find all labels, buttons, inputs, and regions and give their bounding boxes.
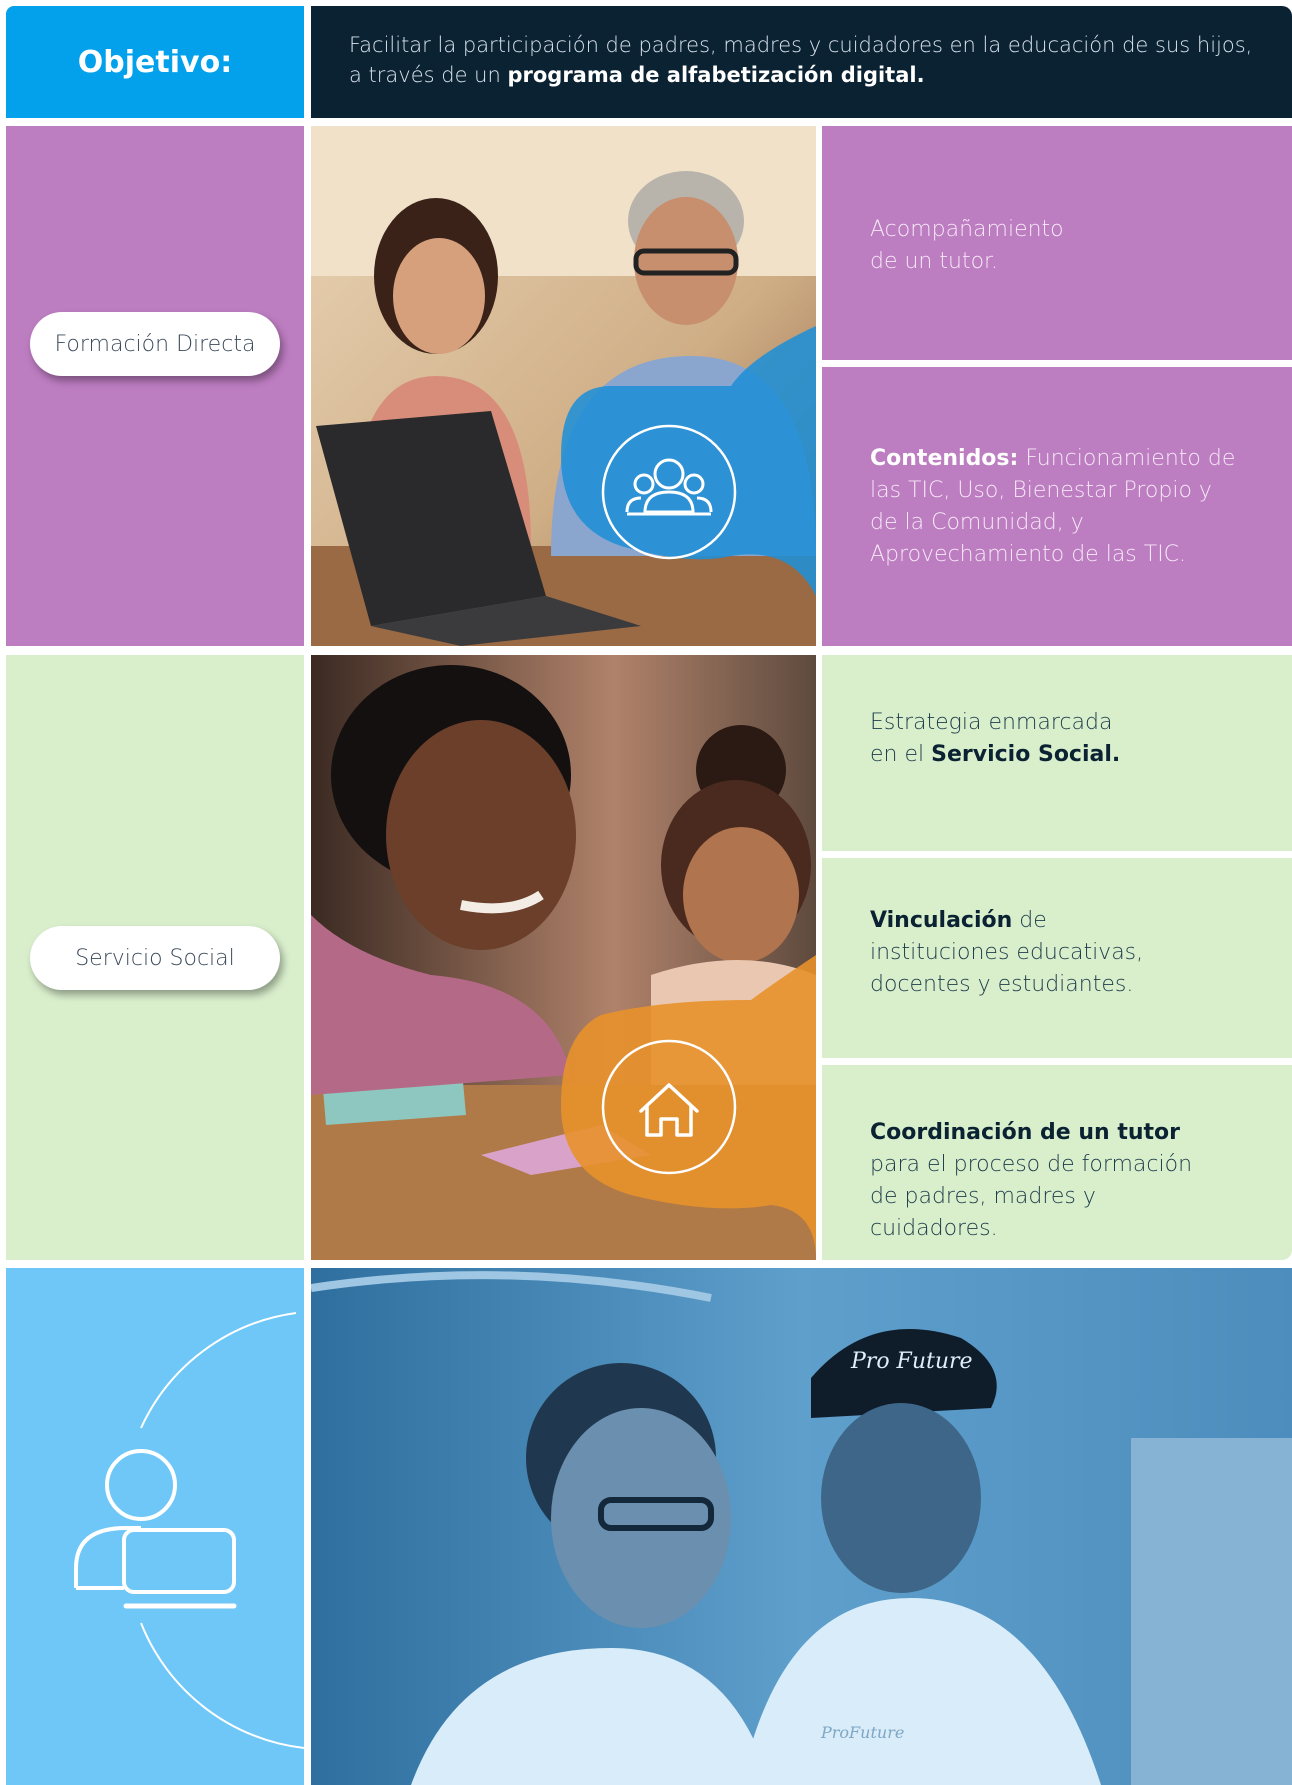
objective-label: Objetivo: [77,44,233,80]
family-laptop-photo [311,126,816,646]
coordination-text: para el proceso de formación de padres, … [870,1152,1193,1241]
objective-label-cell: Objetivo: [6,6,304,118]
servicio-social-label: Servicio Social [75,945,235,971]
formacion-directa-label: Formación Directa [54,331,256,357]
formacion-directa-side: Formación Directa [6,126,304,646]
linkage-card: Vinculación de instituciones educativas,… [822,858,1292,1058]
formacion-directa-pill[interactable]: Formación Directa [30,312,280,376]
tutor-support-text: Acompañamiento de un tutor. [870,217,1064,274]
objective-description: Facilitar la participación de padres, ma… [311,6,1292,118]
tutor-side [6,1268,304,1785]
shirt-logo: ProFuture [820,1723,904,1742]
linkage-title: Vinculación [870,908,1013,933]
contents-title: Contenidos: [870,446,1019,471]
contents-card: Contenidos: Funcionamiento de las TIC, U… [822,367,1292,646]
person-computer-icon [74,1449,237,1609]
servicio-social-pill[interactable]: Servicio Social [30,926,280,990]
cap-logo: Pro Future [850,1349,973,1374]
strategy-card: Estrategia enmarcada en el Servicio Soci… [822,655,1292,851]
coordination-card: Coordinación de un tutor para el proceso… [822,1065,1292,1260]
father-daughter-photo [311,655,816,1260]
strategy-text-bold: Servicio Social. [931,742,1121,767]
objective-text-bold: programa de alfabetización digital. [507,63,925,87]
coordination-title: Coordinación de un tutor [870,1120,1181,1145]
servicio-social-side: Servicio Social [6,655,304,1260]
tutor-support-card: Acompañamiento de un tutor. [822,126,1292,360]
tutors-working-photo: Pro Future ProFuture [311,1268,1292,1785]
